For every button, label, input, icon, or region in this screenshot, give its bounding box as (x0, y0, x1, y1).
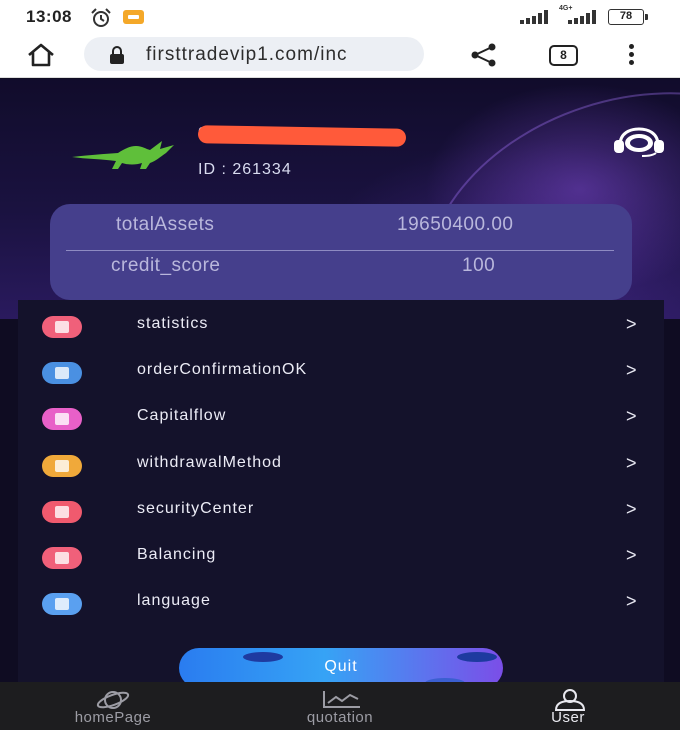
menu-item-label: orderConfirmationOK (137, 361, 308, 378)
nav-user[interactable]: User (498, 682, 638, 730)
menu-item-label: Capitalflow (137, 407, 227, 424)
nav-quotation-label: quotation (306, 709, 374, 726)
nav-home[interactable]: homePage (43, 682, 183, 730)
battery-indicator: 78 (608, 9, 648, 25)
menu-item-label: Balancing (137, 546, 217, 563)
stats-icon (42, 547, 82, 569)
menu-item-security-center[interactable]: securityCenter > (18, 485, 664, 531)
menu-item-label: securityCenter (137, 500, 255, 517)
total-assets-value: 19650400.00 (397, 214, 514, 235)
menu-item-label: language (137, 592, 211, 609)
message-notification-icon (123, 10, 144, 24)
browser-toolbar: firsttradevip1.com/inc 8 (0, 34, 680, 78)
menu-item-label: withdrawalMethod (137, 454, 282, 471)
chevron-right-icon: > (626, 314, 637, 334)
assets-card: totalAssets 19650400.00 credit_score 100 (50, 204, 632, 300)
credit-score-row: credit_score 100 (45, 245, 627, 285)
status-time: 13:08 (26, 7, 72, 26)
kangaroo-logo (72, 141, 174, 169)
alarm-icon (91, 8, 111, 27)
nav-home-label: homePage (74, 709, 152, 726)
more-menu-icon[interactable] (629, 44, 635, 66)
shield-icon (42, 501, 82, 523)
url-text: firsttradevip1.com/inc (146, 44, 348, 65)
total-assets-row: totalAssets 19650400.00 (50, 204, 632, 244)
credit-score-value: 100 (462, 255, 496, 276)
signal-icon-2 (568, 10, 596, 24)
menu-item-balancing[interactable]: Balancing > (18, 531, 664, 577)
app-screen: 13:08 4G+ 78 firsttradevip1.com/inc 8 ID… (0, 0, 680, 730)
address-bar[interactable]: firsttradevip1.com/inc (84, 37, 424, 71)
home-icon[interactable] (26, 43, 56, 67)
credit-score-label: credit_score (111, 255, 221, 276)
stats-icon (42, 316, 82, 338)
menu-item-order-confirmation[interactable]: orderConfirmationOK > (18, 346, 664, 392)
user-id: ID : 261334 (198, 161, 292, 178)
chevron-right-icon: > (626, 499, 637, 519)
menu-list: statistics > orderConfirmationOK > Capit… (18, 300, 664, 682)
lock-icon (110, 46, 124, 64)
chevron-right-icon: > (626, 406, 637, 426)
status-bar: 13:08 4G+ 78 (0, 0, 680, 34)
menu-item-withdrawal-method[interactable]: withdrawalMethod > (18, 439, 664, 485)
edit-icon (42, 408, 82, 430)
planet-icon (96, 691, 130, 709)
menu-item-capital-flow[interactable]: Capitalflow > (18, 392, 664, 438)
menu-item-statistics[interactable]: statistics > (18, 300, 664, 346)
total-assets-label: totalAssets (116, 214, 215, 235)
menu-item-label: statistics (137, 315, 209, 332)
nav-user-label: User (551, 709, 585, 726)
quit-label: Quit (324, 658, 358, 675)
chevron-right-icon: > (626, 453, 637, 473)
signal-icon (520, 10, 548, 24)
user-icon (554, 689, 586, 711)
wallet-icon (42, 455, 82, 477)
chevron-right-icon: > (626, 360, 637, 380)
share-icon[interactable] (470, 43, 498, 67)
nav-quotation[interactable]: quotation (270, 682, 410, 730)
chart-icon (323, 691, 360, 708)
customer-service-icon[interactable] (612, 127, 666, 157)
order-icon (42, 362, 82, 384)
menu-item-language[interactable]: language > (18, 577, 664, 623)
chevron-right-icon: > (626, 591, 637, 611)
chevron-right-icon: > (626, 545, 637, 565)
username-redaction (197, 125, 407, 147)
bottom-navigation: homePage quotation User (0, 682, 680, 730)
language-icon (42, 593, 82, 615)
tab-switcher-button[interactable]: 8 (549, 45, 578, 66)
